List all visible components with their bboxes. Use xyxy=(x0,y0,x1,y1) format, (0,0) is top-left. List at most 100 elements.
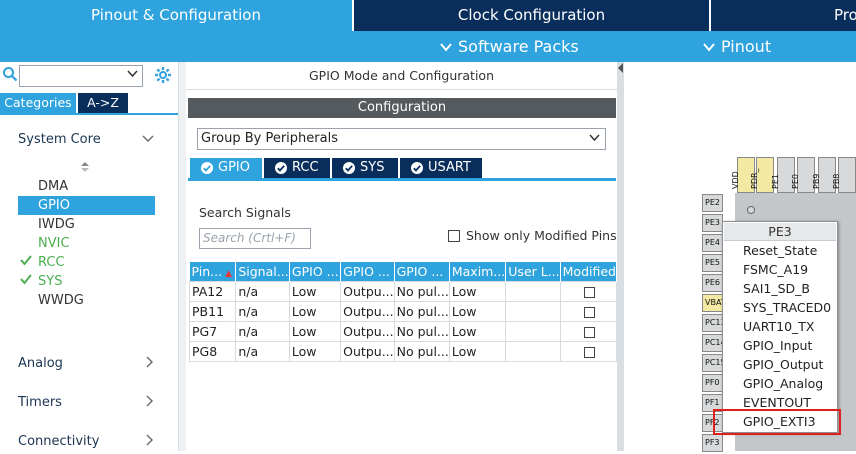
modified-checkbox[interactable] xyxy=(583,306,595,318)
tab-rcc[interactable]: RCC xyxy=(264,158,330,178)
pin-pe6[interactable]: PE6 xyxy=(702,274,723,292)
tab-label: GPIO xyxy=(218,160,250,175)
section-analog[interactable]: Analog xyxy=(18,356,168,376)
list-item-sys[interactable]: SYS xyxy=(18,272,155,291)
chevron-down-icon[interactable] xyxy=(127,68,138,81)
section-timers[interactable]: Timers xyxy=(18,395,168,415)
section-label: Analog xyxy=(18,356,63,371)
section-system-core[interactable]: System Core xyxy=(18,132,168,152)
table-cell: Low xyxy=(448,300,507,322)
group-by-select[interactable]: Group By Peripherals xyxy=(197,128,606,150)
pin-label: PDR_ xyxy=(750,168,759,189)
sort-arrows-icon[interactable] xyxy=(80,161,90,173)
component-search-input[interactable] xyxy=(19,65,143,87)
menu-item-fsmc-a19[interactable]: FSMC_A19 xyxy=(743,260,837,279)
search-signals-input[interactable]: Search (Crtl+F) xyxy=(199,228,311,249)
show-only-modified-checkbox[interactable]: Show only Modified Pins xyxy=(448,228,617,243)
pinout-menu[interactable]: Pinout xyxy=(703,31,771,62)
tab-a-to-z[interactable]: A->Z xyxy=(78,93,128,113)
table-cell: Outpu... xyxy=(340,320,395,342)
column-header-max-speed[interactable]: Maxim... xyxy=(449,262,507,281)
panel-splitter[interactable] xyxy=(178,62,186,451)
table-cell: No pul... xyxy=(393,320,450,342)
tab-pinout-configuration[interactable]: Pinout & Configuration xyxy=(0,0,352,31)
pin-pf3[interactable]: PF3 xyxy=(702,434,723,452)
pin-pc13[interactable]: PC13 xyxy=(702,314,723,332)
table-row[interactable]: PA12 n/a Low Outpu... No pul... Low xyxy=(188,280,618,302)
pin-pe3[interactable]: PE3 xyxy=(702,214,723,232)
modified-checkbox[interactable] xyxy=(583,346,595,358)
tab-categories[interactable]: Categories xyxy=(0,93,76,113)
table-cell: Low xyxy=(288,280,342,302)
section-label: Timers xyxy=(18,395,62,410)
pin-pe5[interactable]: PE5 xyxy=(702,254,723,272)
software-packs-menu[interactable]: Software Packs xyxy=(440,31,579,62)
table-cell xyxy=(559,280,618,302)
tab-clock-configuration[interactable]: Clock Configuration xyxy=(354,0,709,31)
checkbox[interactable] xyxy=(448,230,460,242)
menu-item-uart10-tx[interactable]: UART10_TX xyxy=(743,317,837,336)
list-item-wwdg[interactable]: WWDG xyxy=(18,291,155,310)
list-item-rcc[interactable]: RCC xyxy=(18,253,155,272)
list-item-label: NVIC xyxy=(38,236,70,251)
pin-pc15[interactable]: PC15 xyxy=(702,354,723,372)
menu-item-sys-traced0[interactable]: SYS_TRACED0 xyxy=(743,298,837,317)
list-item-nvic[interactable]: NVIC xyxy=(18,234,155,253)
pin-pb8[interactable]: PB8 xyxy=(832,157,856,193)
list-item-gpio[interactable]: GPIO xyxy=(18,196,155,215)
section-connectivity[interactable]: Connectivity xyxy=(18,434,168,454)
menu-item-gpio-analog[interactable]: GPIO_Analog xyxy=(743,374,837,393)
menu-item-reset-state[interactable]: Reset_State xyxy=(743,241,837,260)
pin-label: PE1 xyxy=(771,174,780,189)
table-cell: No pul... xyxy=(393,300,450,322)
list-item-label: IWDG xyxy=(38,217,75,232)
table-cell xyxy=(505,320,561,342)
pin-label: PE0 xyxy=(791,174,800,189)
tab-label: USART xyxy=(428,160,471,175)
modified-checkbox[interactable] xyxy=(583,286,595,298)
pin-label: PB8 xyxy=(832,173,841,189)
check-icon xyxy=(20,272,32,291)
table-row[interactable]: PG7 n/a Low Outpu... No pul... Low xyxy=(188,320,618,342)
checkbox-label: Show only Modified Pins xyxy=(466,228,617,243)
pin-label: VDD xyxy=(731,171,740,189)
table-row[interactable]: PB11 n/a Low Outpu... No pul... Low xyxy=(188,300,618,322)
gear-icon[interactable] xyxy=(154,66,172,84)
list-item-label: WWDG xyxy=(38,293,84,308)
chevron-down-icon xyxy=(703,33,715,64)
modified-checkbox[interactable] xyxy=(583,326,595,338)
table-cell: PG8 xyxy=(188,340,237,362)
tab-gpio[interactable]: GPIO xyxy=(190,158,262,178)
menu-item-sai1-sd-b[interactable]: SAI1_SD_B xyxy=(743,279,837,298)
search-signals-label: Search Signals xyxy=(199,205,291,220)
table-row[interactable]: PG8 n/a Low Outpu... No pul... Low xyxy=(188,340,618,362)
pin-pc14[interactable]: PC14 xyxy=(702,334,723,352)
column-header-gpio-output-level[interactable]: GPIO ... xyxy=(289,262,342,281)
column-header-gpio-mode[interactable]: GPIO ... xyxy=(340,262,395,281)
tab-usart[interactable]: USART xyxy=(400,158,482,178)
column-header-signal[interactable]: Signal... xyxy=(235,262,290,281)
pin-pe2[interactable]: PE2 xyxy=(702,194,723,212)
list-item-label: SYS xyxy=(38,274,63,289)
pin-label: PB9 xyxy=(812,173,821,189)
collapse-left-icon[interactable] xyxy=(617,62,624,76)
table-cell: Low xyxy=(448,320,507,342)
column-header-pin[interactable]: Pin... ▲ xyxy=(189,262,237,281)
list-item-dma[interactable]: DMA xyxy=(18,177,155,196)
column-header-modified[interactable]: Modified xyxy=(560,262,618,281)
tab-sys[interactable]: SYS xyxy=(332,158,398,178)
menu-item-gpio-input[interactable]: GPIO_Input xyxy=(743,336,837,355)
table-header-row: Pin... ▲ Signal... GPIO ... GPIO ... GPIO… xyxy=(189,262,618,281)
table-cell: No pul... xyxy=(393,340,450,362)
panel-splitter[interactable] xyxy=(617,62,624,451)
column-header-gpio-pull[interactable]: GPIO ... xyxy=(394,262,450,281)
chevron-down-icon xyxy=(440,33,452,64)
table-cell xyxy=(559,340,618,362)
menu-item-gpio-output[interactable]: GPIO_Output xyxy=(743,355,837,374)
column-header-user-label[interactable]: User L... xyxy=(505,262,561,281)
pin-vbat[interactable]: VBAT xyxy=(702,294,723,312)
pin-pf0[interactable]: PF0 xyxy=(702,374,723,392)
list-item-iwdg[interactable]: IWDG xyxy=(18,215,155,234)
tab-project-manager[interactable]: Pro xyxy=(711,0,856,31)
pin-pe4[interactable]: PE4 xyxy=(702,234,723,252)
